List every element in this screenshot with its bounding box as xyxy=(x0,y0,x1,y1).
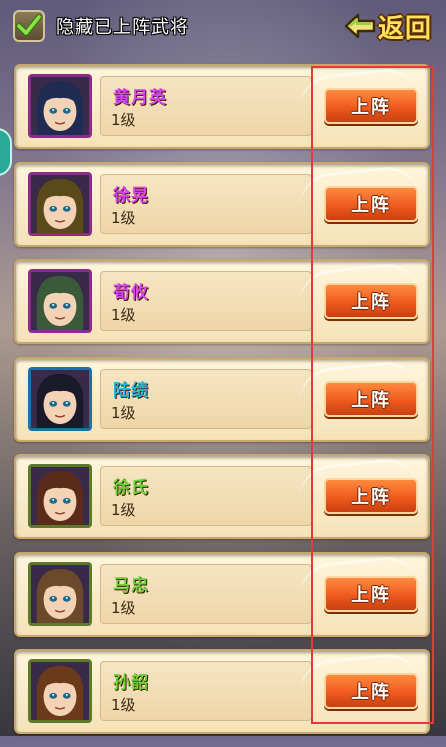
general-info-panel: 陆绩 1级 xyxy=(100,368,312,429)
general-card: 孙韶 1级 上阵 xyxy=(14,649,430,734)
general-avatar xyxy=(28,561,92,626)
general-level: 1级 xyxy=(111,501,136,519)
general-card: 荀攸 1级 上阵 xyxy=(14,259,430,344)
hide-deployed-checkbox[interactable] xyxy=(13,10,45,42)
deploy-button[interactable]: 上阵 xyxy=(324,283,418,319)
portrait-icon xyxy=(31,174,89,233)
general-card: 黄月英 1级 上阵 xyxy=(14,64,430,149)
portrait-icon xyxy=(31,369,89,428)
general-info-panel: 徐氏 1级 xyxy=(100,466,312,526)
general-info-panel: 马忠 1级 xyxy=(100,563,312,624)
general-level: 1级 xyxy=(111,208,136,227)
general-avatar xyxy=(28,366,92,431)
general-info-panel: 孙韶 1级 xyxy=(100,661,312,721)
deploy-button[interactable]: 上阵 xyxy=(324,88,418,124)
portrait-icon xyxy=(31,467,89,525)
portrait-icon xyxy=(31,272,89,330)
general-name: 荀攸 xyxy=(113,283,149,303)
general-level: 1级 xyxy=(111,598,136,617)
deploy-button[interactable]: 上阵 xyxy=(324,575,418,612)
general-level: 1级 xyxy=(111,696,136,714)
deploy-button[interactable]: 上阵 xyxy=(324,478,418,514)
general-avatar xyxy=(28,171,92,236)
portrait-icon xyxy=(31,662,89,720)
back-label: 返回 xyxy=(378,13,433,44)
general-name: 马忠 xyxy=(113,575,149,596)
general-avatar xyxy=(28,659,92,723)
general-name: 孙韶 xyxy=(113,673,149,693)
general-level: 1级 xyxy=(111,306,136,324)
general-name: 徐氏 xyxy=(113,478,149,498)
general-list: 黄月英 1级 上阵 徐晃 1级 上阵 荀攸 1级 上阵 陆绩 1级 上阵 徐氏 … xyxy=(14,64,430,747)
general-card: 徐晃 1级 上阵 xyxy=(14,161,430,247)
back-button[interactable]: 返回 xyxy=(342,6,438,46)
general-card: 陆绩 1级 上阵 xyxy=(14,356,430,442)
deploy-button[interactable]: 上阵 xyxy=(324,673,418,709)
general-name: 徐晃 xyxy=(113,185,149,206)
portrait-icon xyxy=(31,77,89,135)
general-level: 1级 xyxy=(111,111,136,129)
general-name: 陆绩 xyxy=(113,380,149,401)
header: 隐藏已上阵武将 返回 xyxy=(0,0,446,52)
general-card: 马忠 1级 上阵 xyxy=(14,551,430,637)
general-card: 徐氏 1级 上阵 xyxy=(14,454,430,539)
general-name: 黄月英 xyxy=(113,88,167,108)
general-info-panel: 荀攸 1级 xyxy=(100,271,312,331)
back-arrow-icon xyxy=(344,13,376,39)
general-info-panel: 黄月英 1级 xyxy=(100,76,312,136)
checkmark-icon xyxy=(16,14,42,36)
portrait-icon xyxy=(31,564,89,623)
general-info-panel: 徐晃 1级 xyxy=(100,173,312,234)
general-avatar xyxy=(28,74,92,138)
general-level: 1级 xyxy=(111,403,136,422)
deploy-button[interactable]: 上阵 xyxy=(324,380,418,417)
deploy-button[interactable]: 上阵 xyxy=(324,185,418,222)
general-avatar xyxy=(28,464,92,528)
general-avatar xyxy=(28,269,92,333)
hide-deployed-label: 隐藏已上阵武将 xyxy=(56,17,189,38)
